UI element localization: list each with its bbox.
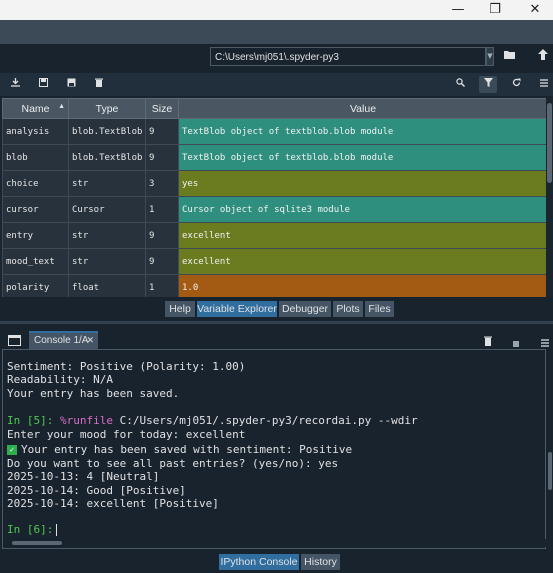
tab-debugger[interactable]: Debugger bbox=[279, 301, 331, 317]
import-data-icon[interactable] bbox=[6, 76, 24, 93]
console-output-line: Do you want to see all past entries? (ye… bbox=[7, 457, 339, 470]
variable-value[interactable]: TextBlob object of textblob.blob module bbox=[178, 144, 548, 171]
variable-type[interactable]: str bbox=[68, 170, 146, 197]
table-row[interactable]: cursor Cursor 1 Cursor object of sqlite3… bbox=[2, 196, 548, 223]
close-tab-icon[interactable]: ✕ bbox=[86, 333, 94, 348]
folder-open-icon[interactable] bbox=[499, 47, 521, 66]
command-text: C:/Users/mj051/.spyder-py3/recordai.py -… bbox=[119, 414, 418, 427]
check-mark-icon: ✓ bbox=[7, 445, 17, 455]
console-output-line: 2025-10-13: 4 [Neutral] bbox=[7, 470, 160, 483]
column-header-name[interactable]: Name ▲ bbox=[2, 98, 69, 119]
tab-console-1a[interactable]: Console 1/A ✕ bbox=[29, 331, 98, 349]
tab-help[interactable]: Help bbox=[165, 301, 195, 317]
variable-value[interactable]: 1.0 bbox=[178, 274, 548, 297]
browse-tabs-icon[interactable] bbox=[8, 331, 22, 346]
scrollbar-thumb[interactable] bbox=[547, 103, 552, 183]
filter-icon[interactable] bbox=[479, 76, 497, 93]
variable-size[interactable]: 1 bbox=[145, 196, 179, 223]
variable-value[interactable]: yes bbox=[178, 170, 548, 197]
variable-name[interactable]: mood_text bbox=[2, 248, 69, 275]
input-prompt: In [6]: bbox=[7, 523, 54, 536]
remove-all-icon[interactable] bbox=[90, 76, 108, 93]
variable-type[interactable]: float bbox=[68, 274, 146, 297]
arrow-up-icon[interactable] bbox=[532, 47, 553, 66]
variables-table: Name ▲ Type Size Value analysis blob.Text… bbox=[2, 98, 548, 297]
ipython-console[interactable]: Sentiment: Positive (Polarity: 1.00) Rea… bbox=[2, 349, 546, 549]
saved-message: Your entry has been saved with sentiment… bbox=[21, 443, 353, 456]
top-strip bbox=[0, 20, 553, 44]
variable-value[interactable]: TextBlob object of textblob.blob module bbox=[178, 118, 548, 145]
variable-type[interactable]: blob.TextBlob bbox=[68, 144, 146, 171]
variable-size[interactable]: 9 bbox=[145, 248, 179, 275]
console-output-line: Sentiment: Positive (Polarity: 1.00) bbox=[7, 360, 246, 373]
console-output-line: ✓ Your entry has been saved with sentimen… bbox=[7, 443, 352, 456]
console-horizontal-scrollbar[interactable] bbox=[3, 539, 546, 547]
stop-icon[interactable] bbox=[513, 332, 523, 347]
save-as-icon[interactable] bbox=[62, 76, 80, 93]
variable-size[interactable]: 1 bbox=[145, 274, 179, 297]
table-row[interactable]: blob blob.TextBlob 9 TextBlob object of … bbox=[2, 144, 548, 171]
pane-splitter[interactable] bbox=[0, 321, 553, 324]
console-output-line: 2025-10-14: Good [Positive] bbox=[7, 484, 186, 497]
variable-type[interactable]: str bbox=[68, 248, 146, 275]
text-cursor bbox=[56, 524, 58, 536]
variable-type[interactable]: Cursor bbox=[68, 196, 146, 223]
scrollbar-thumb[interactable] bbox=[548, 452, 552, 490]
sort-ascending-icon: ▲ bbox=[58, 103, 65, 110]
table-row[interactable]: entry str 9 excellent bbox=[2, 222, 548, 249]
tab-files[interactable]: Files bbox=[365, 301, 394, 317]
variable-name[interactable]: cursor bbox=[2, 196, 69, 223]
close-button[interactable]: ✕ bbox=[515, 0, 553, 20]
save-icon[interactable] bbox=[34, 76, 52, 93]
column-header-type[interactable]: Type bbox=[68, 98, 146, 119]
options-menu-icon[interactable] bbox=[535, 76, 553, 93]
column-header-size[interactable]: Size bbox=[145, 98, 179, 119]
variable-size[interactable]: 9 bbox=[145, 118, 179, 145]
variable-size[interactable]: 3 bbox=[145, 170, 179, 197]
table-row[interactable]: polarity float 1 1.0 bbox=[2, 274, 548, 297]
console-output-line: Your entry has been saved. bbox=[7, 387, 180, 400]
variable-explorer-pane: Name ▲ Type Size Value analysis blob.Text… bbox=[0, 97, 553, 297]
tab-plots[interactable]: Plots bbox=[333, 301, 363, 317]
column-header-value[interactable]: Value bbox=[178, 98, 548, 119]
variable-name[interactable]: choice bbox=[2, 170, 69, 197]
clear-console-icon[interactable] bbox=[484, 331, 496, 346]
chevron-down-icon[interactable]: ▼ bbox=[486, 47, 494, 66]
variable-name[interactable]: entry bbox=[2, 222, 69, 249]
console-input-line: In [5]: %runfile C:/Users/mj051/.spyder-… bbox=[7, 414, 418, 427]
console-current-prompt[interactable]: In [6]: bbox=[7, 523, 58, 536]
console-output-line: Readability: N/A bbox=[7, 373, 113, 386]
magic-command: %runfile bbox=[59, 414, 113, 427]
variable-value[interactable]: excellent bbox=[178, 248, 548, 275]
table-row[interactable]: analysis blob.TextBlob 9 TextBlob object… bbox=[2, 118, 548, 145]
console-output-line: 2025-10-14: excellent [Positive] bbox=[7, 497, 219, 510]
minimize-button[interactable]: — bbox=[438, 0, 478, 20]
console-tab-label: Console 1/A bbox=[34, 335, 89, 346]
variable-value[interactable]: Cursor object of sqlite3 module bbox=[178, 196, 548, 223]
maximize-button[interactable]: ❐ bbox=[475, 0, 515, 20]
variable-type[interactable]: str bbox=[68, 222, 146, 249]
variable-size[interactable]: 9 bbox=[145, 144, 179, 171]
working-directory-combobox[interactable]: C:\Users\mj051\.spyder-py3 bbox=[210, 47, 486, 66]
console-vertical-scrollbar[interactable] bbox=[546, 349, 553, 549]
variable-name[interactable]: analysis bbox=[2, 118, 69, 145]
table-row[interactable]: mood_text str 9 excellent bbox=[2, 248, 548, 275]
tab-ipython-console[interactable]: IPython Console bbox=[219, 554, 299, 570]
variable-size[interactable]: 9 bbox=[145, 222, 179, 249]
variable-explorer-toolbar bbox=[0, 73, 553, 96]
table-row[interactable]: choice str 3 yes bbox=[2, 170, 548, 197]
tab-variable-explorer[interactable]: Variable Explorer bbox=[197, 301, 277, 317]
window-title-bar: — ❐ ✕ bbox=[0, 0, 553, 20]
console-output-line: Enter your mood for today: excellent bbox=[7, 428, 246, 441]
input-prompt: In [5]: bbox=[7, 414, 54, 427]
variable-name[interactable]: blob bbox=[2, 144, 69, 171]
variable-name[interactable]: polarity bbox=[2, 274, 69, 297]
variable-type[interactable]: blob.TextBlob bbox=[68, 118, 146, 145]
console-options-icon[interactable] bbox=[541, 332, 551, 347]
refresh-icon[interactable] bbox=[507, 76, 525, 93]
scrollbar-thumb[interactable] bbox=[12, 541, 62, 545]
search-icon[interactable] bbox=[451, 76, 469, 93]
tab-history[interactable]: History bbox=[301, 554, 340, 570]
variable-value[interactable]: excellent bbox=[178, 222, 548, 249]
